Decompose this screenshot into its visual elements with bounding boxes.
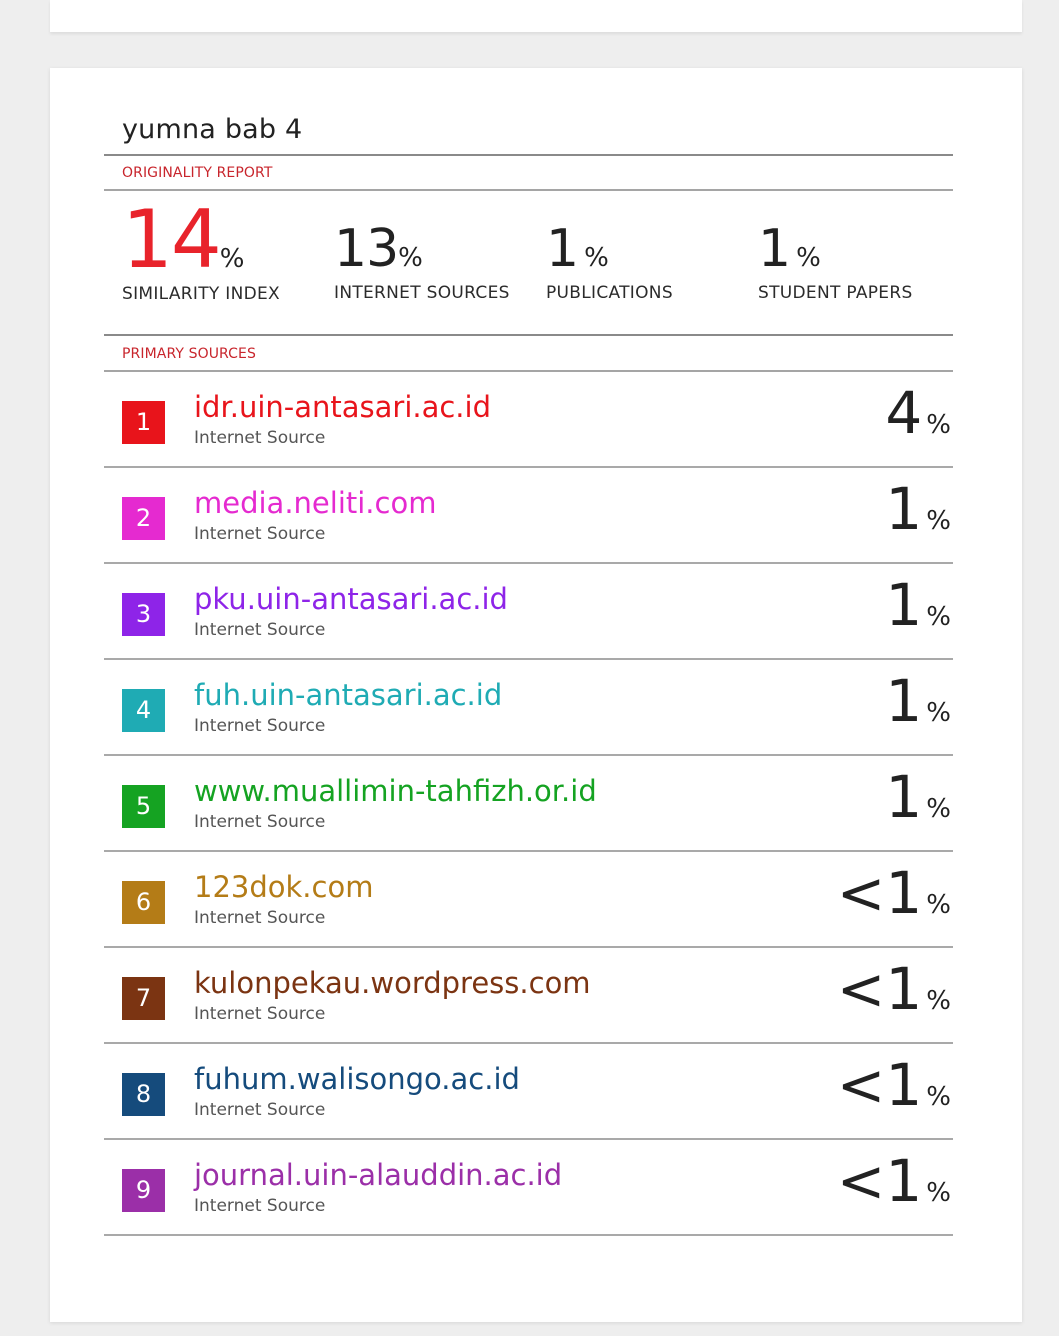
- source-row[interactable]: 2 media.neliti.com Internet Source 1%: [104, 468, 953, 564]
- source-percent: <1%: [837, 1152, 951, 1210]
- source-percent: 1%: [885, 672, 951, 730]
- source-percent-value: <1: [836, 859, 923, 927]
- percent-sign: %: [926, 890, 951, 920]
- percent-sign: %: [398, 243, 423, 273]
- source-percent: 1%: [885, 576, 951, 634]
- source-type: Internet Source: [194, 620, 326, 640]
- internet-sources-label: INTERNET SOURCES: [334, 283, 510, 303]
- source-percent: <1%: [837, 960, 951, 1018]
- primary-sources-label: PRIMARY SOURCES: [122, 346, 256, 362]
- source-percent-value: 1: [885, 667, 923, 735]
- source-link[interactable]: media.neliti.com: [194, 486, 436, 520]
- percent-sign: %: [926, 506, 951, 536]
- similarity-index-value: 14: [122, 193, 222, 286]
- source-link[interactable]: pku.uin-antasari.ac.id: [194, 582, 508, 616]
- percent-sign: %: [926, 986, 951, 1016]
- source-link[interactable]: kulonpekau.wordpress.com: [194, 966, 591, 1000]
- publications-stat: 1% PUBLICATIONS: [546, 223, 673, 303]
- student-papers-value: 1: [758, 219, 791, 279]
- source-percent: 4%: [885, 384, 951, 442]
- student-papers-stat: 1% STUDENT PAPERS: [758, 223, 913, 303]
- rank-badge: 1: [122, 401, 165, 444]
- rank-badge: 3: [122, 593, 165, 636]
- source-type: Internet Source: [194, 1196, 326, 1216]
- rank-badge: 5: [122, 785, 165, 828]
- internet-sources-stat: 13% INTERNET SOURCES: [334, 223, 510, 303]
- source-link[interactable]: fuhum.walisongo.ac.id: [194, 1062, 520, 1096]
- percent-sign: %: [219, 244, 245, 274]
- rank-badge: 6: [122, 881, 165, 924]
- document-title: yumna bab 4: [122, 114, 303, 145]
- source-percent-value: 1: [885, 571, 923, 639]
- percent-sign: %: [926, 1082, 951, 1112]
- source-type: Internet Source: [194, 812, 326, 832]
- percent-sign: %: [926, 794, 951, 824]
- originality-report-card: yumna bab 4 ORIGINALITY REPORT 14% SIMIL…: [50, 68, 1022, 1322]
- source-row[interactable]: 6 123dok.com Internet Source <1%: [104, 852, 953, 948]
- percent-sign: %: [926, 698, 951, 728]
- source-link[interactable]: idr.uin-antasari.ac.id: [194, 390, 491, 424]
- rank-badge: 7: [122, 977, 165, 1020]
- previous-page-card: [50, 0, 1022, 32]
- percent-sign: %: [796, 243, 821, 273]
- source-percent: 1%: [885, 480, 951, 538]
- source-type: Internet Source: [194, 908, 326, 928]
- rank-badge: 4: [122, 689, 165, 732]
- source-row[interactable]: 9 journal.uin-alauddin.ac.id Internet Sour…: [104, 1140, 953, 1236]
- source-type: Internet Source: [194, 1004, 326, 1024]
- percent-sign: %: [584, 243, 609, 273]
- source-link[interactable]: fuh.uin-antasari.ac.id: [194, 678, 502, 712]
- publications-label: PUBLICATIONS: [546, 283, 673, 303]
- source-percent: <1%: [837, 864, 951, 922]
- source-type: Internet Source: [194, 428, 326, 448]
- source-type: Internet Source: [194, 524, 326, 544]
- rank-badge: 9: [122, 1169, 165, 1212]
- source-row[interactable]: 7 kulonpekau.wordpress.com Internet Source…: [104, 948, 953, 1044]
- source-type: Internet Source: [194, 1100, 326, 1120]
- primary-sources-list: 1 idr.uin-antasari.ac.id Internet Source 4%…: [104, 370, 953, 1236]
- source-percent-value: <1: [836, 1051, 923, 1119]
- source-link[interactable]: journal.uin-alauddin.ac.id: [194, 1158, 562, 1192]
- similarity-index-label: SIMILARITY INDEX: [122, 284, 280, 304]
- source-percent: <1%: [837, 1056, 951, 1114]
- source-rows: 1 idr.uin-antasari.ac.id Internet Source 4%…: [104, 372, 953, 1236]
- source-type: Internet Source: [194, 716, 326, 736]
- rank-badge: 2: [122, 497, 165, 540]
- rank-badge: 8: [122, 1073, 165, 1116]
- source-row[interactable]: 4 fuh.uin-antasari.ac.id Internet Source 1%: [104, 660, 953, 756]
- title-divider: [104, 154, 953, 156]
- source-percent-value: 4: [885, 379, 923, 447]
- internet-sources-value: 13: [334, 219, 399, 279]
- stats-divider: [104, 334, 953, 336]
- source-link[interactable]: www.muallimin-tahfizh.or.id: [194, 774, 597, 808]
- source-percent-value: <1: [836, 1147, 923, 1215]
- source-percent-value: 1: [885, 475, 923, 543]
- source-row[interactable]: 5 www.muallimin-tahfizh.or.id Internet Sou…: [104, 756, 953, 852]
- originality-divider: [104, 189, 953, 191]
- student-papers-label: STUDENT PAPERS: [758, 283, 913, 303]
- source-percent-value: <1: [836, 955, 923, 1023]
- source-percent-value: 1: [885, 763, 923, 831]
- source-row[interactable]: 3 pku.uin-antasari.ac.id Internet Source 1%: [104, 564, 953, 660]
- percent-sign: %: [926, 1178, 951, 1208]
- similarity-index-stat: 14% SIMILARITY INDEX: [122, 200, 280, 305]
- percent-sign: %: [926, 410, 951, 440]
- percent-sign: %: [926, 602, 951, 632]
- source-percent: 1%: [885, 768, 951, 826]
- source-row[interactable]: 8 fuhum.walisongo.ac.id Internet Source <1%: [104, 1044, 953, 1140]
- originality-report-label: ORIGINALITY REPORT: [122, 165, 273, 181]
- source-link[interactable]: 123dok.com: [194, 870, 373, 904]
- publications-value: 1: [546, 219, 579, 279]
- source-row[interactable]: 1 idr.uin-antasari.ac.id Internet Source 4%: [104, 372, 953, 468]
